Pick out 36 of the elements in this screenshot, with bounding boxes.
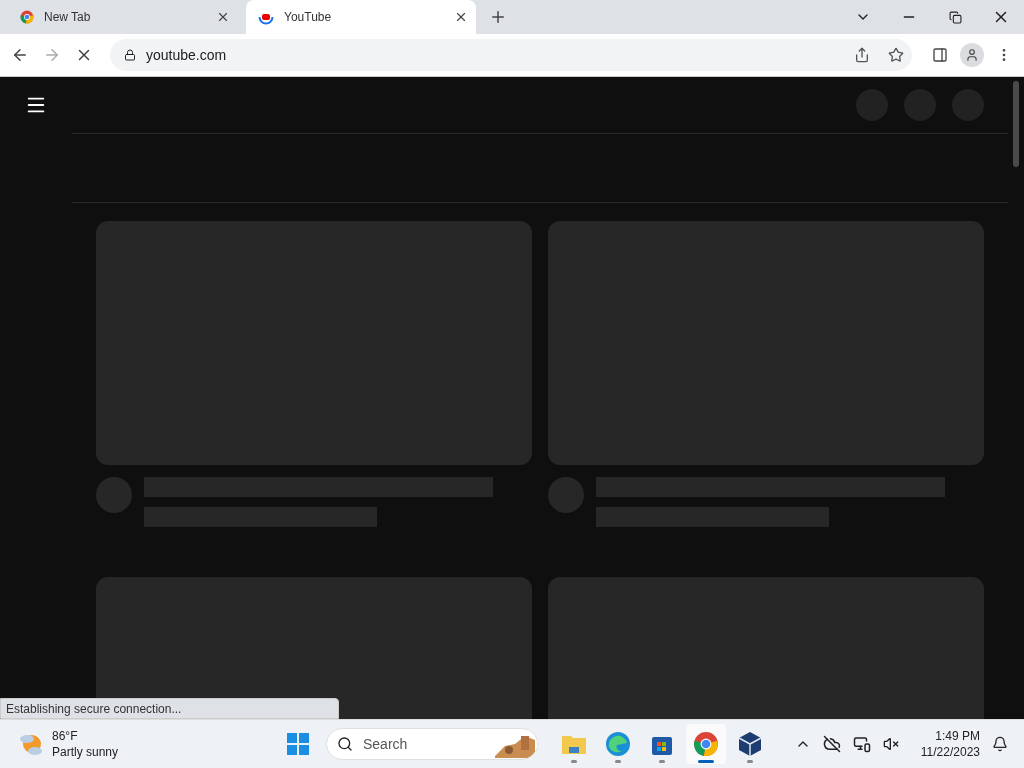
address-bar[interactable]: youtube.com [110,39,912,71]
close-icon[interactable] [216,10,230,24]
taskbar-app[interactable] [686,724,726,764]
notification-icon[interactable] [992,736,1008,752]
weather-icon [18,732,44,756]
restore-icon[interactable] [948,10,962,24]
skeleton-avatar [96,477,132,513]
temperature: 86°F [52,728,79,744]
close-icon[interactable] [454,10,468,24]
skeleton-avatar [548,477,584,513]
clock-time[interactable]: 1:49 PM [935,728,980,744]
windows-logo-icon[interactable] [287,733,309,755]
search-icon [337,736,353,752]
tab-title: New Tab [44,10,92,24]
chrome-icon [693,731,719,757]
browser-tab[interactable]: New Tab [8,0,238,34]
new-tab-icon[interactable] [489,8,507,26]
edge-icon [605,731,631,757]
back-icon[interactable] [11,46,29,64]
network-icon[interactable] [852,735,871,753]
weather-condition: Partly sunny [52,744,119,760]
browser-tab[interactable]: YouTube [246,0,476,34]
lock-icon [124,49,136,61]
share-icon[interactable] [854,47,870,63]
chrome-icon [20,10,34,24]
search-field[interactable]: Search [326,728,538,760]
folder-icon [561,733,587,755]
cube-icon [738,731,762,757]
tab-title: YouTube [284,10,333,24]
status-bubble: Establishing secure connection... [0,698,339,719]
scrollbar-thumb[interactable] [1013,81,1019,167]
profile-icon[interactable] [960,43,984,67]
mute-icon[interactable] [882,736,899,752]
cloud-off-icon[interactable] [822,735,841,753]
clock-date[interactable]: 11/22/2023 [920,744,980,760]
star-icon[interactable] [888,47,904,63]
